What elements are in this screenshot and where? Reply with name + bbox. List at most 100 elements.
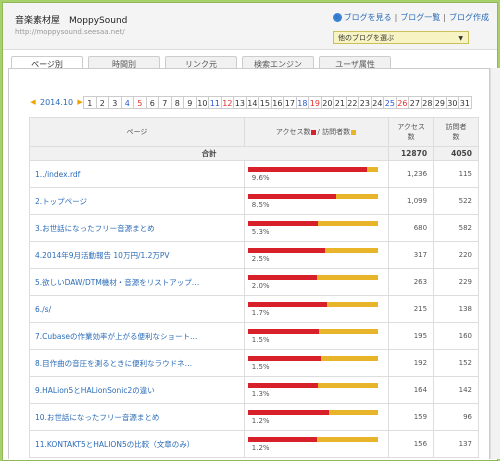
day-cell[interactable]: 27 (408, 96, 422, 109)
day-cell[interactable]: 23 (358, 96, 372, 109)
table-row: 5.欲しいDAW/DTM機材・音源をリストアップ… 2.0% 263 229 (29, 268, 479, 296)
page-link[interactable]: 8.目作曲の音圧を測るときに便利なラウドネ… (29, 349, 245, 377)
day-cell[interactable]: 3 (108, 96, 122, 109)
access-bar (247, 248, 378, 253)
access-count: 195 (388, 322, 435, 350)
day-cell[interactable]: 13 (233, 96, 247, 109)
col-graph-access: アクセス数 (275, 128, 311, 136)
page-link[interactable]: 7.Cubaseの作業効率が上がる便利なショート… (29, 322, 245, 350)
page-link[interactable]: 11.KONTAKT5とHALION5の比較（文章のみ） (29, 430, 245, 458)
bar-cell: 1.3% (243, 376, 390, 404)
access-bar-segment (247, 248, 325, 253)
col-access-line2: 数 (407, 133, 415, 141)
access-count: 317 (388, 241, 435, 269)
day-cell[interactable]: 4 (120, 96, 135, 109)
access-bar (247, 194, 378, 199)
visitors-bar-segment (335, 194, 378, 199)
access-bar (247, 410, 378, 415)
day-cell[interactable]: 11 (208, 96, 222, 109)
day-cell[interactable]: 28 (420, 96, 435, 109)
access-bar-segment (247, 383, 318, 388)
visitor-count: 96 (433, 403, 479, 431)
bar-cell: 1.2% (243, 430, 390, 458)
page-stats-table: ページ アクセス数 / 訪問者数 アクセス数 訪問者数 合計 12870 4050… (28, 117, 479, 458)
day-cell[interactable]: 31 (458, 96, 472, 109)
day-cell[interactable]: 9 (183, 96, 197, 109)
table-row: 8.目作曲の音圧を測るときに便利なラウドネ… 1.5% 192 152 (29, 349, 479, 377)
total-visitors: 4050 (433, 146, 479, 161)
day-cell[interactable]: 17 (283, 96, 297, 109)
access-bar (247, 221, 378, 226)
day-cell[interactable]: 1 (83, 96, 97, 109)
blog-list-link[interactable]: ブログ一覧 (400, 13, 440, 22)
day-cell[interactable]: 19 (308, 96, 322, 109)
day-cell[interactable]: 30 (445, 96, 460, 109)
month-label[interactable]: 2014.10 (37, 96, 76, 109)
col-graph: アクセス数 / 訪問者数 (243, 117, 390, 147)
page-link[interactable]: 4.2014年9月活動報告 10万円/1.2万PV (29, 241, 245, 269)
day-cell[interactable]: 5 (133, 96, 147, 109)
page-link[interactable]: 10.お世話になったフリー音源まとめ (29, 403, 245, 431)
page-link[interactable]: 6./s/ (29, 295, 245, 323)
access-count: 164 (388, 376, 435, 404)
total-label: 合計 (28, 146, 390, 161)
access-bar (247, 356, 378, 361)
visitors-bar-segment (317, 221, 378, 226)
access-bar-segment (247, 221, 318, 226)
visitor-count: 582 (433, 214, 479, 242)
access-count: 156 (388, 430, 435, 458)
table-row: 2.トップページ 8.5% 1,099 522 (29, 187, 479, 215)
page-link[interactable]: 2.トップページ (29, 187, 245, 215)
visitor-count: 160 (433, 322, 479, 350)
access-percent: 2.5% (251, 255, 270, 263)
access-count: 263 (388, 268, 435, 296)
table-header-row: ページ アクセス数 / 訪問者数 アクセス数 訪問者数 (29, 117, 479, 147)
page-link[interactable]: 1../index.rdf (29, 160, 245, 188)
day-cell[interactable]: 7 (158, 96, 172, 109)
visitor-count: 115 (433, 160, 479, 188)
day-cell[interactable]: 10 (195, 96, 210, 109)
day-cell[interactable]: 22 (345, 96, 360, 109)
bar-cell: 9.6% (243, 160, 390, 188)
access-count: 1,236 (388, 160, 435, 188)
scrollbar[interactable] (490, 68, 500, 459)
page-link[interactable]: 5.欲しいDAW/DTM機材・音源をリストアップ… (29, 268, 245, 296)
day-cell[interactable]: 25 (383, 96, 397, 109)
access-bar (247, 275, 378, 280)
visitor-count: 522 (433, 187, 479, 215)
table-row: 9.HALion5とHALionSonic2の違い 1.3% 164 142 (29, 376, 479, 404)
day-cell[interactable]: 21 (333, 96, 347, 109)
day-cell[interactable]: 18 (295, 96, 310, 109)
header: 音楽素材屋 MoppySound http://moppysound.seesa… (3, 3, 497, 50)
day-cell[interactable]: 2 (95, 96, 110, 109)
day-cell[interactable]: 12 (220, 96, 235, 109)
day-cell[interactable]: 15 (258, 96, 272, 109)
day-cell[interactable]: 24 (370, 96, 385, 109)
access-percent: 1.3% (251, 390, 270, 398)
link-separator: | (443, 13, 446, 22)
access-percent: 1.5% (251, 363, 270, 371)
col-visitors-line1: 訪問者 (445, 123, 467, 131)
blog-select-label: 他のブログを選ぶ (338, 34, 394, 42)
create-blog-link[interactable]: ブログ作成 (449, 13, 489, 22)
day-cell[interactable]: 26 (395, 96, 410, 109)
day-cell[interactable]: 16 (270, 96, 285, 109)
view-blog-link[interactable]: ブログを見る (344, 13, 392, 22)
access-percent: 8.5% (251, 201, 270, 209)
access-count: 1,099 (388, 187, 435, 215)
day-cell[interactable]: 20 (320, 96, 335, 109)
page-link[interactable]: 3.お世話になったフリー音源まとめ (29, 214, 245, 242)
day-cell[interactable]: 14 (245, 96, 260, 109)
blog-select[interactable]: 他のブログを選ぶ ▼ (333, 31, 469, 44)
dropdown-arrow-icon: ▼ (458, 35, 463, 42)
page-link[interactable]: 9.HALion5とHALionSonic2の違い (29, 376, 245, 404)
access-percent: 2.0% (251, 282, 270, 290)
access-percent: 1.2% (251, 444, 270, 452)
day-cell[interactable]: 6 (145, 96, 160, 109)
day-cell[interactable]: 29 (433, 96, 447, 109)
bar-cell: 2.0% (243, 268, 390, 296)
visitor-count: 138 (433, 295, 479, 323)
blog-icon: b (332, 13, 342, 22)
prev-month-icon[interactable]: ◀ (29, 96, 37, 109)
day-cell[interactable]: 8 (170, 96, 185, 109)
